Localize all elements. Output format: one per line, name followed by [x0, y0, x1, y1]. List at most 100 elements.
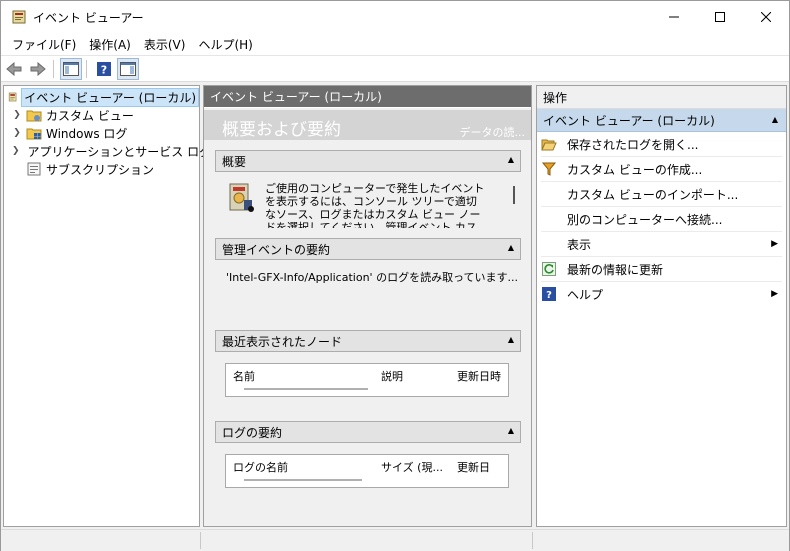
toolbar-separator — [86, 59, 87, 78]
overview-status: データの読... — [459, 126, 526, 139]
toolbar-separator — [53, 59, 54, 78]
column-header-name[interactable]: 名前 — [233, 368, 373, 384]
status-bar — [1, 529, 789, 551]
expand-chevron-icon[interactable]: ❯ — [12, 128, 22, 138]
tree-item-app-service-logs[interactable]: ❯ アプリケーションとサービス ログ — [4, 142, 211, 160]
collapse-icon[interactable]: ▲ — [508, 243, 514, 252]
help-toolbar-button[interactable]: ? — [93, 58, 115, 80]
admin-events-section-body: 'Intel-GFX-Info/Application' のログを読み取っていま… — [215, 260, 521, 318]
actions-group-title: イベント ビューアー (ローカル) — [543, 113, 715, 128]
action-import-custom-view[interactable]: カスタム ビューのインポート... — [541, 182, 782, 207]
menu-view[interactable]: 表示(V) — [139, 36, 194, 53]
horizontal-scrollbar[interactable] — [244, 479, 362, 481]
help-icon: ? — [97, 61, 111, 76]
center-pane: イベント ビューアー (ローカル) 概要および要約 データの読... 概要 ▲ — [203, 85, 532, 527]
overview-title-bar: 概要および要約 データの読... — [204, 110, 531, 140]
action-connect-another-computer[interactable]: 別のコンピューターへ接続... — [541, 207, 782, 232]
action-label: ヘルプ — [567, 287, 604, 302]
tree-item-label: カスタム ビュー — [46, 108, 134, 123]
title-bar[interactable]: イベント ビューアー — [1, 1, 789, 33]
tree-item-subscriptions[interactable]: サブスクリプション — [4, 160, 199, 178]
column-header-modified[interactable]: 更新日時 — [457, 368, 507, 384]
action-pane-icon — [120, 61, 136, 76]
console-tree[interactable]: イベント ビューアー (ローカル) ❯ カスタム ビュー ❯ Windows ロ… — [3, 85, 211, 527]
actions-pane: 操作 イベント ビューアー (ローカル) ▲ 保存されたログを開く... カスタ… — [536, 85, 787, 527]
recent-nodes-table[interactable]: 名前 説明 更新日時 — [225, 363, 509, 397]
recent-nodes-section: 最近表示されたノード ▲ 名前 説明 更新日時 — [215, 330, 521, 417]
close-button[interactable] — [743, 1, 789, 33]
tree-item-label: アプリケーションとサービス ログ — [27, 144, 212, 159]
tree-item-label: サブスクリプション — [46, 162, 155, 177]
center-pane-header: イベント ビューアー (ローカル) — [204, 86, 531, 107]
collapse-icon[interactable]: ▲ — [508, 335, 514, 344]
expand-chevron-icon[interactable]: ❯ — [12, 110, 22, 120]
expand-chevron-icon[interactable]: ❯ — [12, 146, 20, 156]
action-help[interactable]: ? ヘルプ ▶ — [541, 282, 782, 306]
overview-scrollbar[interactable] — [513, 186, 515, 204]
menu-action[interactable]: 操作(A) — [84, 36, 139, 53]
actions-pane-header: 操作 — [537, 86, 786, 109]
action-refresh[interactable]: 最新の情報に更新 — [541, 257, 782, 282]
windows-logs-icon — [26, 128, 42, 140]
subscription-icon — [27, 162, 41, 176]
status-divider — [200, 532, 201, 549]
action-view[interactable]: 表示 ▶ — [541, 232, 782, 257]
collapse-icon[interactable]: ▲ — [772, 115, 778, 124]
show-hide-action-pane-button[interactable] — [117, 57, 139, 80]
menu-help[interactable]: ヘルプ(H) — [193, 36, 260, 53]
action-label: 保存されたログを開く... — [567, 137, 699, 152]
open-folder-icon — [541, 136, 557, 152]
admin-events-section: 管理イベントの要約 ▲ 'Intel-GFX-Info/Application'… — [215, 238, 521, 318]
status-divider — [532, 532, 533, 549]
event-log-large-icon — [229, 183, 254, 212]
forward-button[interactable] — [27, 58, 49, 80]
log-summary-table[interactable]: ログの名前 サイズ (現... 更新日 — [225, 454, 509, 488]
minimize-button[interactable] — [651, 1, 697, 33]
tree-item-windows-logs[interactable]: ❯ Windows ログ — [4, 124, 199, 142]
show-hide-tree-button[interactable] — [60, 57, 82, 80]
tree-item-custom-views[interactable]: ❯ カスタム ビュー — [4, 106, 199, 124]
section-title: 最近表示されたノード — [222, 334, 343, 349]
collapse-icon[interactable]: ▲ — [508, 155, 514, 164]
log-summary-section-header[interactable]: ログの要約 ▲ — [215, 421, 521, 443]
back-button[interactable] — [3, 58, 25, 80]
overview-section-header[interactable]: 概要 ▲ — [215, 150, 521, 172]
section-title: ログの要約 — [222, 425, 283, 440]
admin-events-status: 'Intel-GFX-Info/Application' のログを読み取っていま… — [226, 271, 519, 284]
action-create-custom-view[interactable]: カスタム ビューの作成... — [541, 157, 782, 182]
collapse-icon[interactable]: ▲ — [508, 426, 514, 435]
blank-icon — [541, 211, 557, 227]
log-summary-section: ログの要約 ▲ ログの名前 サイズ (現... 更新日 — [215, 421, 521, 501]
action-label: カスタム ビューの作成... — [567, 162, 703, 177]
maximize-button[interactable] — [697, 1, 743, 33]
action-label: カスタム ビューのインポート... — [567, 187, 739, 202]
action-label: 最新の情報に更新 — [567, 262, 664, 277]
help-icon: ? — [541, 286, 557, 302]
back-arrow-icon — [6, 61, 22, 76]
section-title: 管理イベントの要約 — [222, 242, 331, 257]
recent-nodes-section-header[interactable]: 最近表示されたノード ▲ — [215, 330, 521, 352]
overview-section: 概要 ▲ ご使用のコンピューターで発生したイベントを表示するには、コンソール ツ… — [215, 150, 521, 232]
column-header-size[interactable]: サイズ (現... — [381, 459, 449, 475]
tree-item-label: Windows ログ — [46, 126, 128, 141]
column-header-description[interactable]: 説明 — [381, 368, 449, 384]
minimize-icon — [669, 16, 679, 18]
actions-group-header[interactable]: イベント ビューアー (ローカル) ▲ — [537, 109, 786, 132]
overview-panel[interactable]: 概要および要約 データの読... 概要 ▲ ご使用のコンピューターで発生したイベ… — [204, 108, 531, 526]
folder-icon — [26, 110, 42, 122]
menu-file[interactable]: ファイル(F) — [1, 36, 84, 53]
svg-text:?: ? — [546, 290, 552, 301]
horizontal-scrollbar[interactable] — [244, 388, 368, 390]
maximize-icon — [715, 12, 725, 22]
blank-icon — [541, 186, 557, 202]
column-header-log-name[interactable]: ログの名前 — [233, 459, 373, 475]
forward-arrow-icon — [30, 61, 46, 76]
tree-item-event-viewer-local[interactable]: イベント ビューアー (ローカル) — [4, 87, 199, 107]
column-header-modified[interactable]: 更新日 — [457, 459, 507, 475]
section-title: 概要 — [222, 154, 247, 169]
tree-item-label: イベント ビューアー (ローカル) — [21, 87, 199, 107]
event-viewer-icon — [12, 10, 26, 24]
admin-events-section-header[interactable]: 管理イベントの要約 ▲ — [215, 238, 521, 260]
action-open-saved-log[interactable]: 保存されたログを開く... — [541, 132, 782, 157]
recent-nodes-section-body: 名前 説明 更新日時 — [215, 352, 521, 417]
